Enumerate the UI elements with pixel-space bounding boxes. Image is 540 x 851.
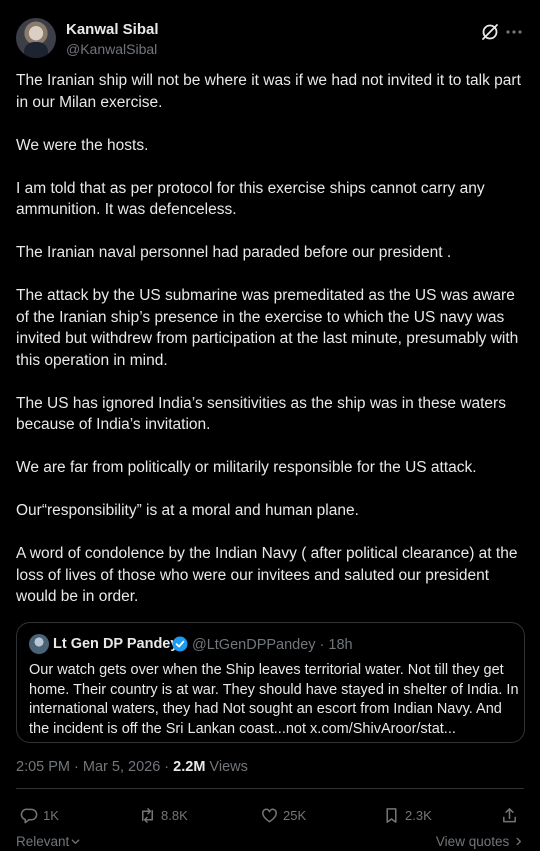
- bookmark-button[interactable]: 2.3K: [382, 804, 432, 826]
- reply-icon: [20, 808, 38, 823]
- repost-button[interactable]: 8.8K: [138, 804, 188, 826]
- sort-dropdown[interactable]: Relevant: [16, 834, 81, 849]
- timestamp[interactable]: 2:05 PM · Mar 5, 2026 ·: [16, 759, 173, 775]
- author-name[interactable]: Kanwal Sibal: [66, 21, 159, 38]
- view-quotes-link[interactable]: View quotes: [436, 834, 524, 849]
- bookmark-count: 2.3K: [405, 807, 432, 823]
- quoted-author-name: Lt Gen DP Pandey: [53, 636, 179, 652]
- quoted-author-avatar: [29, 634, 49, 654]
- repost-icon: [141, 807, 154, 823]
- share-icon: [503, 807, 516, 822]
- tweet-paragraph: The Iranian naval personnel had paraded …: [16, 244, 452, 261]
- grok-icon[interactable]: [480, 22, 500, 42]
- replies-header: Relevant View quotes: [16, 832, 524, 851]
- tweet-paragraph: Our“responsibility” is at a moral and hu…: [16, 502, 359, 519]
- verified-badge-icon: [172, 636, 188, 652]
- action-bar: 1K 8.8K 25K 2.3K: [16, 804, 524, 826]
- quoted-handle-time: @LtGenDPPandey · 18h: [192, 637, 353, 653]
- chevron-right-icon: [516, 837, 521, 846]
- repost-count: 8.8K: [161, 807, 188, 823]
- tweet-paragraph: I am told that as per protocol for this …: [16, 179, 485, 219]
- tweet-paragraph: The Iranian ship will not be where it wa…: [16, 72, 521, 111]
- tweet-paragraph: We are far from politically or militaril…: [16, 459, 477, 476]
- chevron-down-icon: [71, 839, 80, 844]
- tweet-header: Kanwal Sibal @KanwalSibal: [16, 18, 524, 62]
- view-quotes-label: View quotes: [435, 834, 510, 849]
- author-avatar[interactable]: [16, 18, 56, 58]
- quoted-tweet[interactable]: Lt Gen DP Pandey @LtGenDPPandey · 18h Ou…: [16, 622, 525, 743]
- reply-count: 1K: [43, 807, 59, 823]
- like-button[interactable]: 25K: [260, 804, 306, 826]
- views-label: Views: [205, 759, 248, 775]
- tweet-metadata: 2:05 PM · Mar 5, 2026 · 2.2M Views: [16, 759, 248, 775]
- reply-button[interactable]: 1K: [20, 804, 59, 826]
- like-count: 25K: [283, 807, 307, 823]
- tweet-paragraph: The attack by the US submarine was preme…: [16, 287, 519, 369]
- tweet-text: The Iranian ship will not be where it wa…: [16, 70, 528, 629]
- more-options-icon[interactable]: [504, 22, 524, 42]
- tweet-paragraph: The US has ignored India’s sensitivities…: [16, 394, 506, 434]
- quoted-text: Our watch gets over when the Ship leaves…: [29, 662, 519, 737]
- share-button[interactable]: [500, 804, 523, 826]
- bookmark-icon: [386, 807, 397, 823]
- tweet-paragraph: We were the hosts.: [16, 136, 149, 154]
- author-handle[interactable]: @KanwalSibal: [66, 41, 157, 57]
- divider: [16, 788, 524, 789]
- heart-icon: [262, 808, 277, 822]
- views-count: 2.2M: [173, 759, 206, 775]
- tweet-paragraph: A word of condolence by the Indian Navy …: [16, 545, 518, 605]
- sort-label: Relevant: [16, 834, 70, 849]
